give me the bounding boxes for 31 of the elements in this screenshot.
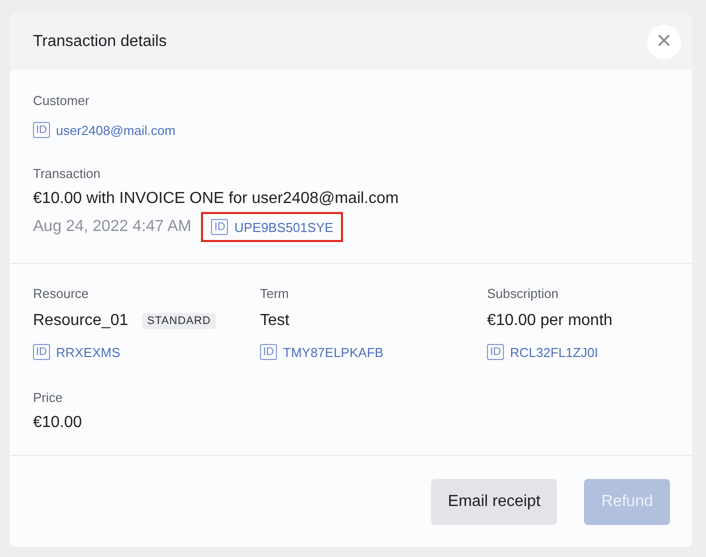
id-value: RCL32FL1ZJ0I [510, 344, 598, 360]
id-link[interactable]: ID RRXEXMS [33, 344, 120, 360]
id-value: RRXEXMS [56, 344, 120, 360]
detail-label: Resource [33, 286, 90, 301]
id-tag: ID [211, 219, 228, 235]
detail-label: Subscription [487, 286, 560, 301]
id-value: TMY87ELPKAFB [283, 344, 384, 360]
detail-label: Price [33, 390, 64, 405]
transaction-summary: €10.00 with INVOICE ONE for user2408@mail.com [33, 190, 400, 208]
detail-value: Resource_01 [33, 312, 128, 330]
id-tag: ID [260, 344, 277, 360]
plan-tag: STANDARD [142, 313, 216, 329]
id-tag: ID [33, 122, 50, 138]
id-link[interactable]: ID user2408@mail.com [33, 122, 176, 138]
id-link[interactable]: ID RCL32FL1ZJ0I [487, 344, 598, 360]
secondary-button[interactable]: Email receipt [430, 479, 558, 525]
id-tag: ID [487, 344, 504, 360]
id-link[interactable]: ID TMY87ELPKAFB [260, 344, 384, 360]
dialog-title: Transaction details [33, 32, 167, 50]
section-label: Customer [33, 93, 90, 108]
price-value: €10.00 [33, 414, 83, 432]
id-value: user2408@mail.com [56, 122, 176, 138]
id-value: UPE9BS501SYE [234, 220, 334, 234]
transaction-date: Aug 24, 2022 4:47 AM [33, 218, 192, 236]
detail-value: Test [260, 312, 290, 330]
detail-label: Term [260, 286, 290, 301]
id-tag: ID [33, 344, 50, 360]
id-link[interactable]: ID UPE9BS501SYE [203, 214, 342, 240]
close-button[interactable]: × [647, 24, 681, 58]
detail-value: €10.00 per month [487, 312, 612, 330]
section-label: Transaction [33, 166, 102, 181]
